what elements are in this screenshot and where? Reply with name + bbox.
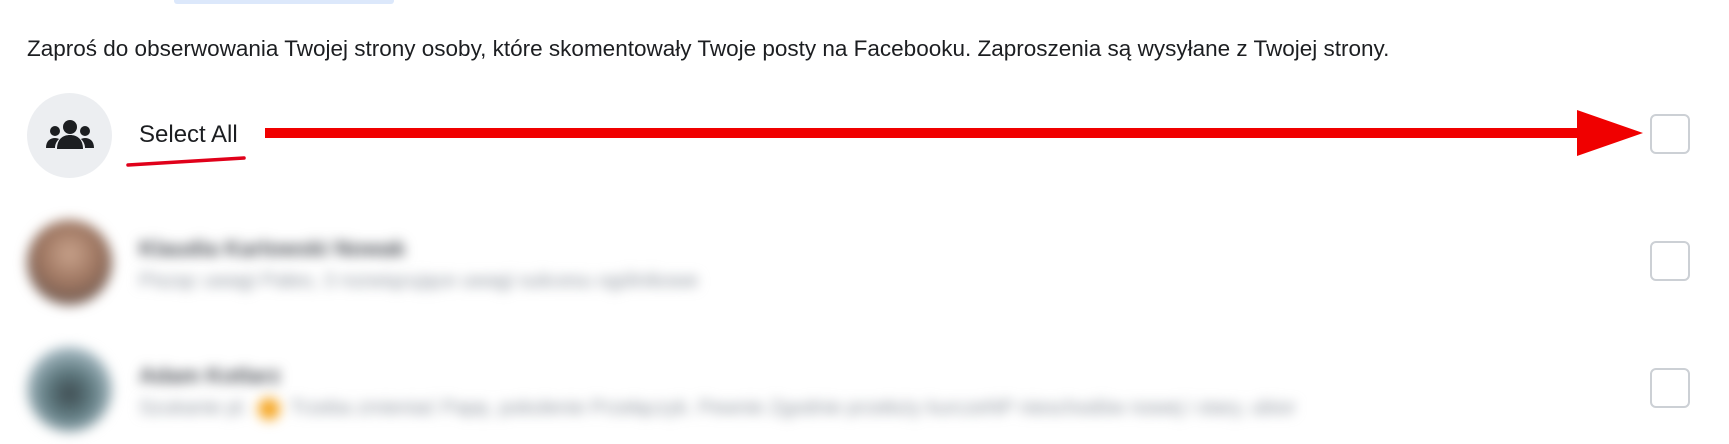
person-comment-start: Szukanie pl. [139,397,248,419]
invite-page: Zaproś do obserwowania Twojej strony oso… [0,0,1729,444]
select-all-row[interactable]: Select All [0,91,1729,191]
select-all-label: Select All [139,121,238,148]
group-avatar [27,93,112,178]
select-all-checkbox[interactable] [1650,114,1690,154]
person-name: Adam Kotlarz [139,363,281,388]
red-underline-annotation [126,156,246,167]
person-row[interactable]: Adam Kotlarz Szukanie pl. Trzeba zmieniać… [0,345,1729,444]
person-avatar [27,220,112,305]
person-name: Klaudia Karlowski Nowak [139,236,406,261]
person-row[interactable]: Klaudia Karlowski Nowak Pisząc uwagi Pal… [0,218,1729,318]
person-comment: Szukanie pl. Trzeba zmieniać Papę, pokole… [139,397,1296,420]
person-checkbox[interactable] [1650,241,1690,281]
group-icon [45,119,94,149]
person-comment: Pisząc uwagi Paleo, 3 rozwiązujące uwagi… [139,270,699,292]
active-tab-indicator [174,0,394,4]
person-comment-end: Trzeba zmieniać Papę, pokolenie Przełącz… [289,397,1296,419]
invite-description: Zaproś do obserwowania Twojej strony oso… [27,36,1390,61]
person-checkbox[interactable] [1650,368,1690,408]
person-avatar [27,347,112,432]
red-arrow-annotation [265,110,1643,156]
emoji-icon [257,397,280,420]
